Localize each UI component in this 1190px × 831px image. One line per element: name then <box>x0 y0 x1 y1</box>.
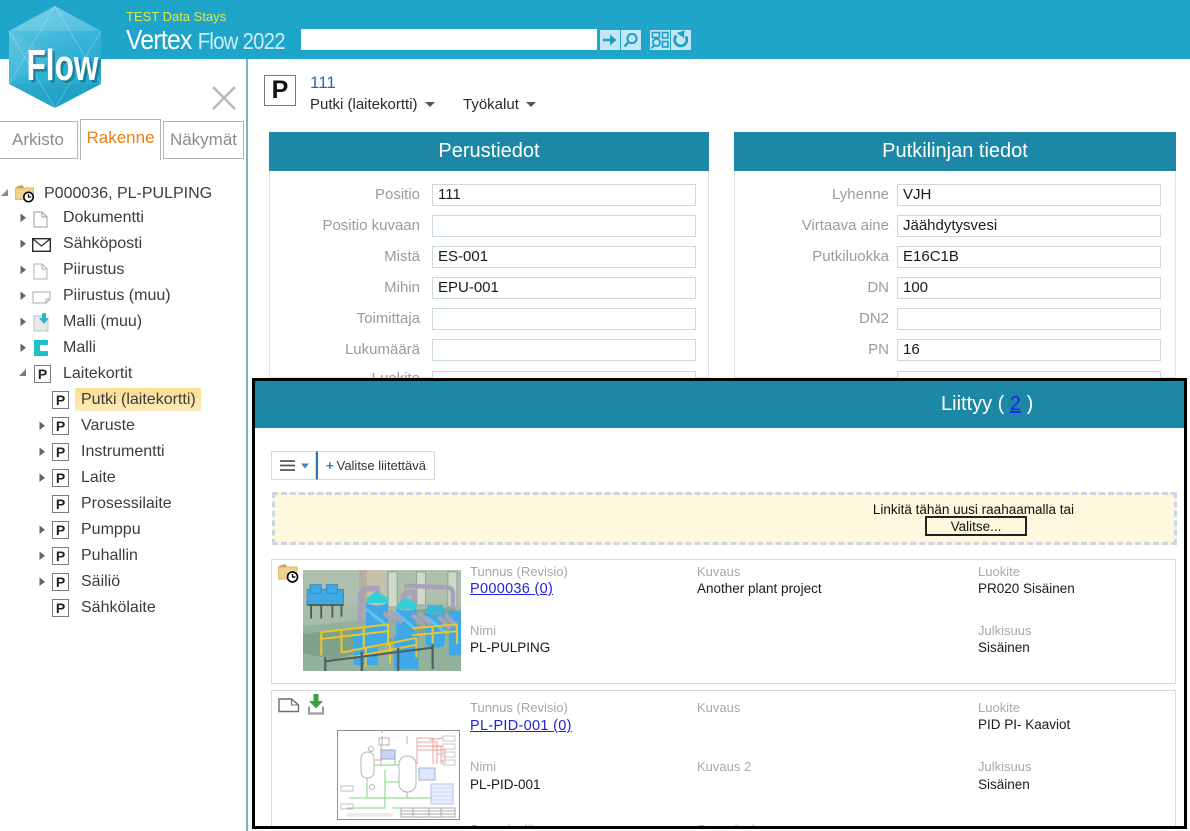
svg-text:Flow: Flow <box>27 41 100 90</box>
